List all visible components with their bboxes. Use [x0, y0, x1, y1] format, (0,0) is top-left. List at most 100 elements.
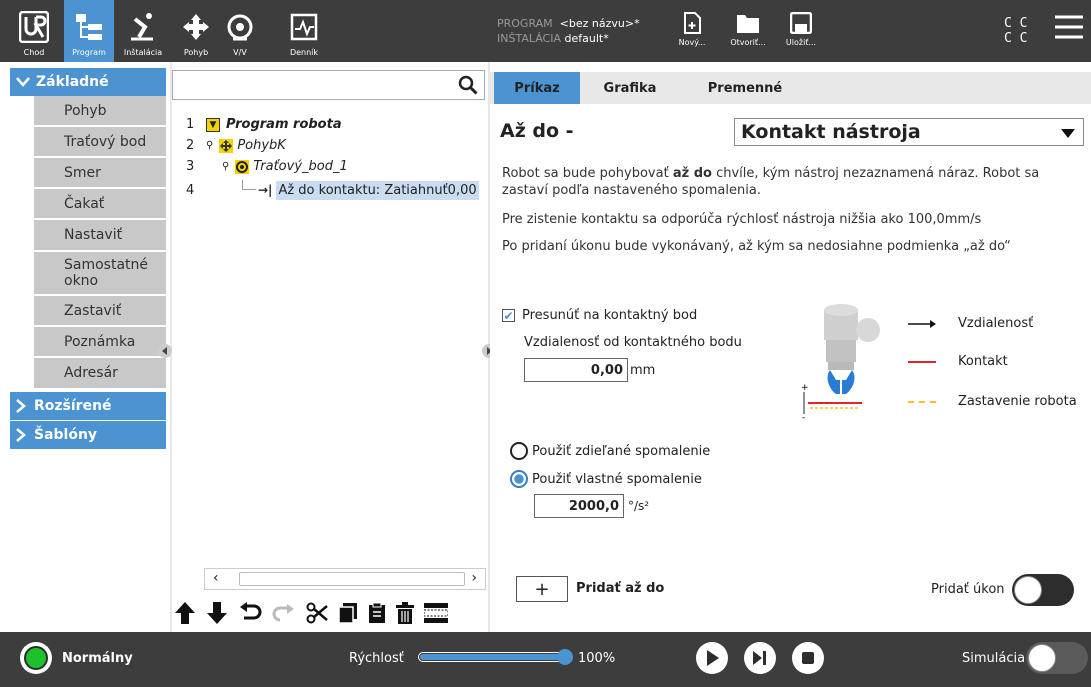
nav-io-label: V/V	[233, 48, 247, 57]
description-2: Pre zistenie kontaktu sa odporúča rýchlo…	[502, 212, 982, 227]
sidebar-item[interactable]: Samostatné okno	[34, 252, 166, 296]
nav-io[interactable]: V/V	[222, 0, 258, 62]
hamburger-menu-button[interactable]	[1054, 14, 1084, 40]
installation-value: default*	[564, 32, 609, 45]
shared-decel-label: Použiť zdieľané spomalenie	[532, 443, 711, 459]
speed-slider-thumb[interactable]	[557, 649, 573, 665]
tree-row-4[interactable]: 4 →| Až do kontaktu: Zatiahnuť0,00	[186, 179, 479, 201]
tree-row-1[interactable]: 1 ▼ Program robota	[186, 117, 342, 132]
sidebar-item-label: Traťový bod	[64, 133, 147, 150]
move-up-icon[interactable]	[174, 601, 196, 625]
delete-icon[interactable]	[396, 602, 414, 624]
svg-text:+: +	[801, 383, 809, 393]
open-label: Otvoriť...	[730, 38, 766, 47]
sidebar-item[interactable]: Pohyb	[34, 96, 166, 127]
stop-line-swatch	[908, 400, 936, 403]
copy-icon[interactable]	[338, 602, 358, 624]
tree-row-number: 4	[186, 182, 195, 198]
move-to-contact-checkbox[interactable]: ✔ Presunúť na kontaktný bod	[502, 308, 697, 323]
legend-stop: Zastavenie robota	[908, 394, 1077, 409]
sidebar-item[interactable]: Nastaviť	[34, 220, 166, 252]
add-until-button[interactable]: +	[516, 576, 568, 602]
robot-arm-icon	[127, 10, 159, 44]
arrow-left-icon	[162, 347, 167, 355]
top-bar: Chod Program Inštalácia Pohyb V/V Denník…	[0, 0, 1091, 62]
simulation-toggle[interactable]	[1026, 642, 1088, 674]
expand-node-icon: ⚲	[222, 161, 230, 172]
search-input[interactable]	[172, 70, 485, 100]
play-button[interactable]	[696, 642, 728, 674]
collapse-sidebar-handle[interactable]	[158, 344, 172, 358]
nav-installation[interactable]: Inštalácia	[120, 0, 166, 62]
save-button[interactable]: Uložiť...	[786, 12, 816, 47]
add-until-label: Pridať až do	[576, 581, 665, 596]
search-icon[interactable]	[458, 75, 478, 95]
category-basic-label: Základné	[36, 74, 109, 90]
description-bold: až do	[672, 166, 712, 181]
sidebar-item[interactable]: Traťový bod	[34, 127, 166, 158]
cut-icon[interactable]	[306, 602, 328, 624]
tab-graphics-label: Grafika	[603, 80, 657, 96]
add-action-toggle[interactable]	[1012, 574, 1074, 606]
tree-horizontal-scrollbar[interactable]: ‹ ›	[204, 568, 486, 590]
category-basic[interactable]: Základné	[10, 68, 166, 96]
nav-log-label: Denník	[289, 48, 319, 57]
tree-row-2[interactable]: 2 ⚲ PohybK	[186, 138, 286, 153]
io-gauge-icon	[224, 10, 256, 44]
sidebar-item-label: Adresár	[64, 365, 118, 381]
command-sidebar: Základné Pohyb Traťový bod Smer Čakať Nastav…	[0, 62, 172, 632]
scroll-right-icon[interactable]: ›	[471, 570, 477, 586]
nav-move[interactable]: Pohyb	[176, 0, 216, 62]
suppress-icon[interactable]	[424, 603, 448, 623]
category-advanced-label: Rozšírené	[34, 398, 112, 414]
custom-decel-radio[interactable]: Použiť vlastné spomalenie	[510, 470, 702, 488]
move-down-icon[interactable]	[206, 601, 228, 625]
step-button[interactable]	[744, 642, 776, 674]
category-templates[interactable]: Šablóny	[10, 421, 166, 449]
condition-dropdown-value: Kontakt nástroja	[741, 121, 921, 143]
sidebar-item[interactable]: Smer	[34, 158, 166, 189]
legend-distance-label: Vzdialenosť	[958, 316, 1034, 331]
toggle-knob	[1014, 576, 1042, 604]
add-action-label: Pridať úkon	[931, 582, 1005, 597]
new-button[interactable]: Nový...	[677, 12, 707, 47]
tab-graphics[interactable]: Grafika	[590, 72, 670, 104]
scroll-thumb[interactable]	[239, 572, 465, 586]
nav-program[interactable]: Program	[64, 0, 114, 62]
category-advanced[interactable]: Rozšírené	[10, 392, 166, 420]
tree-row-number: 2	[186, 138, 195, 153]
sidebar-item[interactable]: Čakať	[34, 189, 166, 220]
sidebar-item-label: Zastaviť	[64, 302, 122, 319]
speed-slider[interactable]	[418, 649, 573, 665]
legend-stop-label: Zastavenie robota	[958, 394, 1077, 409]
redo-icon	[272, 604, 294, 622]
cc-row-2: C C	[1004, 31, 1028, 46]
installation-label: INŠTALÁCIA	[497, 32, 562, 45]
undo-icon[interactable]	[238, 602, 262, 624]
sidebar-item-label: Smer	[64, 164, 101, 181]
ur-logo-icon	[18, 10, 50, 44]
distance-input[interactable]: 0,00	[524, 358, 628, 382]
speed-slider-fill	[420, 654, 568, 660]
status-indicator[interactable]	[20, 642, 52, 674]
tab-variables[interactable]: Premenné	[690, 72, 800, 104]
shared-decel-radio[interactable]: Použiť zdieľané spomalenie	[510, 442, 710, 460]
sidebar-item[interactable]: Adresár	[34, 358, 166, 390]
open-button[interactable]: Otvoriť...	[729, 12, 767, 47]
paste-icon[interactable]	[368, 602, 386, 624]
tab-command[interactable]: Príkaz	[494, 72, 580, 104]
speed-value: 100%	[578, 651, 616, 666]
tree-row-3[interactable]: 3 ⚲ Traťový_bod_1	[186, 159, 348, 174]
sidebar-item[interactable]: Zastaviť	[34, 296, 166, 327]
decel-input[interactable]: 2000,0	[534, 494, 624, 518]
tree-row-number: 1	[186, 117, 195, 132]
sidebar-item[interactable]: Poznámka	[34, 327, 166, 358]
scroll-left-icon[interactable]: ‹	[213, 570, 219, 586]
stop-button[interactable]	[792, 642, 824, 674]
nav-log[interactable]: Denník	[286, 0, 322, 62]
status-led-icon	[24, 646, 48, 670]
nav-run[interactable]: Chod	[16, 0, 52, 62]
condition-dropdown[interactable]: Kontakt nástroja	[734, 118, 1084, 146]
decel-unit: °/s²	[628, 499, 650, 513]
nav-program-label: Program	[72, 48, 106, 57]
